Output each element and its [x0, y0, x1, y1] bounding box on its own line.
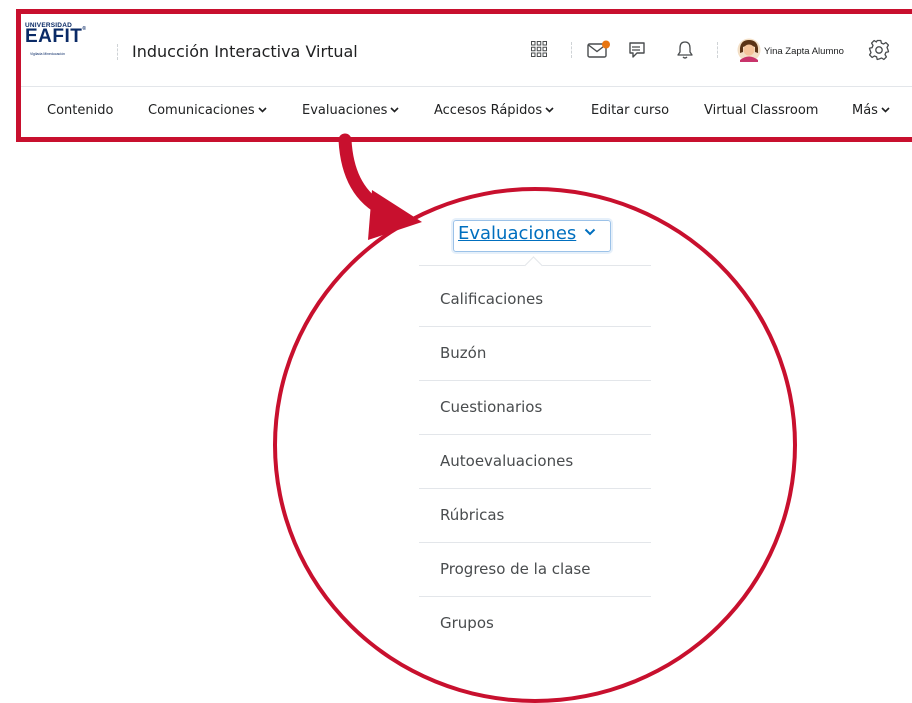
menu-item-grupos[interactable]: Grupos [419, 597, 651, 651]
menu-item-rubricas[interactable]: Rúbricas [419, 489, 651, 543]
menu-item-label: Autoevaluaciones [440, 452, 574, 470]
header-highlight-box [16, 9, 912, 142]
menu-item-label: Grupos [440, 614, 494, 632]
menu-item-label: Buzón [440, 344, 487, 362]
menu-item-label: Calificaciones [440, 290, 544, 308]
evaluaciones-dropdown-label[interactable]: Evaluaciones [458, 223, 596, 244]
menu-item-progreso-de-la-clase[interactable]: Progreso de la clase [419, 543, 651, 597]
menu-item-label: Cuestionarios [440, 398, 543, 416]
menu-item-cuestionarios[interactable]: Cuestionarios [419, 381, 651, 435]
menu-item-buzon[interactable]: Buzón [419, 327, 651, 381]
menu-item-label: Rúbricas [440, 506, 505, 524]
chevron-down-icon [585, 228, 596, 236]
menu-item-autoevaluaciones[interactable]: Autoevaluaciones [419, 435, 651, 489]
menu-item-calificaciones[interactable]: Calificaciones [419, 273, 651, 327]
menu-item-label: Progreso de la clase [440, 560, 591, 578]
